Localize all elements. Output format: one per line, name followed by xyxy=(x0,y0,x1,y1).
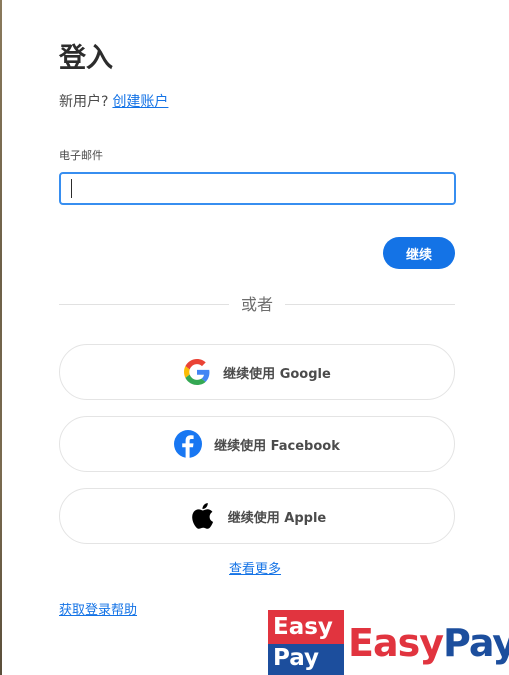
left-edge-strip xyxy=(0,0,2,675)
easypay-wordmark: EasyPay xyxy=(348,620,509,666)
new-user-prompt: 新用户? xyxy=(59,94,109,110)
easypay-logo: Easy Pay xyxy=(268,610,344,675)
login-help-link[interactable]: 获取登录帮助 xyxy=(59,602,137,620)
continue-with-facebook-button[interactable]: 继续使用 Facebook xyxy=(59,416,455,472)
apple-button-label: 继续使用 Apple xyxy=(227,510,327,526)
google-icon xyxy=(183,358,211,386)
see-more-link[interactable]: 查看更多 xyxy=(229,561,281,579)
new-user-row: 新用户? 创建账户 xyxy=(59,92,168,112)
wordmark-easy: Easy xyxy=(348,621,444,665)
wordmark-pay: Pay xyxy=(443,621,509,665)
google-button-label: 继续使用 Google xyxy=(223,366,331,382)
continue-button[interactable]: 继续 xyxy=(383,237,455,269)
page-title: 登入 xyxy=(59,43,113,74)
easypay-watermark: Easy Pay EasyPay xyxy=(268,610,509,675)
facebook-icon xyxy=(174,430,203,458)
text-caret xyxy=(71,179,72,198)
continue-with-google-button[interactable]: 继续使用 Google xyxy=(59,344,455,400)
email-label: 电子邮件 xyxy=(59,149,103,162)
easypay-logo-line1: Easy xyxy=(273,614,333,640)
easypay-logo-line2: Pay xyxy=(273,645,320,671)
create-account-link[interactable]: 创建账户 xyxy=(112,94,168,110)
divider-line-right xyxy=(285,304,455,305)
divider-or-text: 或者 xyxy=(240,295,273,314)
apple-icon xyxy=(188,502,216,530)
email-input[interactable] xyxy=(59,172,456,205)
facebook-button-label: 继续使用 Facebook xyxy=(214,438,340,454)
divider-line-left xyxy=(59,304,229,305)
continue-with-apple-button[interactable]: 继续使用 Apple xyxy=(59,488,455,544)
